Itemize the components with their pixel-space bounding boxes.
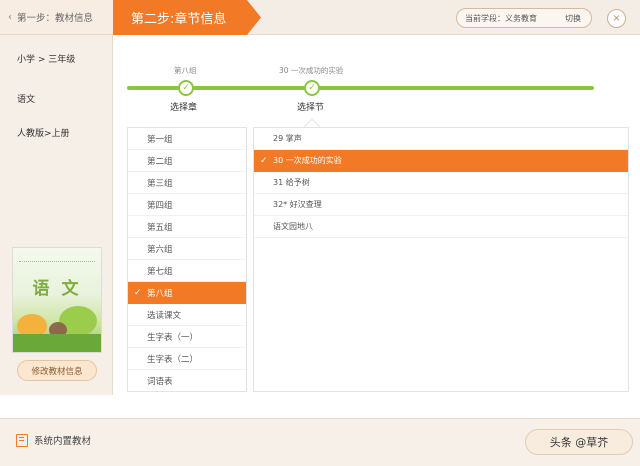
close-button[interactable]: × [607, 9, 626, 28]
step1-tab[interactable]: ‹ 第一步：教材信息 [0, 0, 113, 35]
group-item-label: 生字表（二） [147, 354, 199, 365]
close-icon: × [612, 13, 621, 24]
school-level-label: 当前学段：义务教育 [465, 13, 537, 23]
step1-label: 第一步：教材信息 [17, 13, 94, 24]
edit-textbook-button[interactable]: 修改教材信息 [17, 360, 97, 381]
step-section-caption: 30 一次成功的实验 [279, 66, 344, 75]
group-item-label: 第三组 [147, 178, 173, 189]
step-section-label: 选择节 [297, 103, 325, 113]
school-level-pill: 当前学段：义务教育 切换 [456, 8, 592, 28]
builtin-textbook-link[interactable]: 系统内置教材 [16, 433, 91, 447]
lesson-item-selected[interactable]: ✓ 30 一次成功的实验 [254, 150, 628, 172]
check-icon: ✓ [308, 83, 316, 93]
group-item[interactable]: 生字表（二） [128, 348, 246, 370]
group-item-label: 第七组 [147, 266, 173, 277]
footer-bar: 系统内置教材 头条 @草芥 [0, 418, 640, 466]
chapter-group-list[interactable]: 第一组 第二组 第三组 第四组 第五组 第六组 第七组 ✓ 第八组 选读课文 生… [127, 127, 247, 392]
step-chapter-label: 选择章 [170, 103, 198, 113]
lesson-item-label: 30 一次成功的实验 [273, 156, 342, 165]
group-item[interactable]: 生字表（一） [128, 326, 246, 348]
lesson-item-label: 29 掌声 [273, 134, 302, 143]
group-item[interactable]: 第四组 [128, 194, 246, 216]
check-icon: ✓ [260, 155, 268, 166]
textbook-sidebar: 小学 > 三年级 语文 人教版>上册 语 文 修改教材信息 [0, 35, 113, 395]
group-item-selected[interactable]: ✓ 第八组 [128, 282, 246, 304]
progress-track [127, 86, 594, 90]
group-item[interactable]: 第五组 [128, 216, 246, 238]
lesson-item-label: 32* 好汉查理 [273, 200, 322, 209]
group-item[interactable]: 第二组 [128, 150, 246, 172]
step2-label: 第二步:章节信息 [131, 12, 227, 27]
group-item[interactable]: 选读课文 [128, 304, 246, 326]
group-item-label: 选读课文 [147, 310, 182, 321]
group-item-label: 第一组 [147, 134, 173, 145]
sidebar-item-grade: 小学 > 三年级 [17, 55, 76, 65]
lesson-item-label: 31 给予树 [273, 178, 310, 187]
group-item-label: 第四组 [147, 200, 173, 211]
builtin-textbook-label: 系统内置教材 [34, 436, 92, 447]
group-item[interactable]: 第一组 [128, 128, 246, 150]
check-icon: ✓ [182, 83, 190, 93]
cover-ground [13, 334, 101, 352]
group-item[interactable]: 第七组 [128, 260, 246, 282]
lesson-list[interactable]: 29 掌声 ✓ 30 一次成功的实验 31 给予树 32* 好汉查理 语文园地八 [253, 127, 629, 392]
lesson-item[interactable]: 31 给予树 [254, 172, 628, 194]
lesson-item[interactable]: 29 掌声 [254, 128, 628, 150]
group-item-label: 第八组 [147, 288, 173, 299]
group-item[interactable]: 词语表 [128, 370, 246, 391]
sidebar-item-edition: 人教版>上册 [17, 129, 70, 139]
step-chapter-caption: 第八组 [174, 66, 197, 75]
book-icon [16, 433, 28, 447]
group-item-label: 第五组 [147, 222, 173, 233]
group-item-label: 第二组 [147, 156, 173, 167]
lesson-item[interactable]: 32* 好汉查理 [254, 194, 628, 216]
step2-tab: 第二步:章节信息 [113, 0, 261, 35]
sidebar-item-subject: 语文 [17, 95, 36, 105]
group-item[interactable]: 第三组 [128, 172, 246, 194]
chevron-left-icon: ‹ [8, 11, 12, 23]
cover-title: 语 文 [32, 279, 82, 299]
textbook-cover-image: 语 文 [12, 247, 102, 353]
step-section-node[interactable]: ✓ [304, 80, 320, 96]
lesson-item-label: 语文园地八 [273, 222, 313, 231]
cover-header-line [19, 254, 95, 262]
next-button[interactable]: 头条 @草芥 [525, 429, 633, 455]
group-item-label: 词语表 [147, 376, 173, 387]
group-item-label: 第六组 [147, 244, 173, 255]
group-item-label: 生字表（一） [147, 332, 199, 343]
group-item[interactable]: 第六组 [128, 238, 246, 260]
lesson-item[interactable]: 语文园地八 [254, 216, 628, 238]
check-icon: ✓ [134, 287, 142, 298]
switch-school-button[interactable]: 切换 [565, 13, 581, 24]
step-chapter-node[interactable]: ✓ [178, 80, 194, 96]
